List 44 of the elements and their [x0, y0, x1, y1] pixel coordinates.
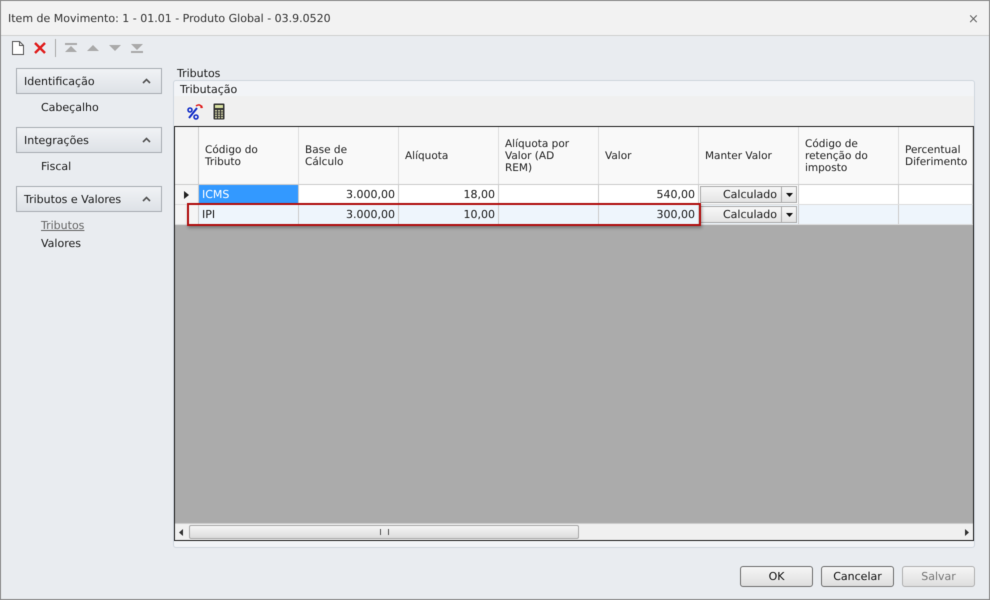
dropdown-arrow-icon: [786, 192, 792, 196]
section-header[interactable]: Identificação: [16, 68, 162, 94]
collapse-icon[interactable]: [142, 78, 151, 84]
column-header[interactable]: Percentual Diferimento: [899, 127, 973, 184]
dropdown[interactable]: Calculado: [700, 206, 797, 223]
section-header[interactable]: Tributos e Valores: [16, 186, 162, 212]
section-header[interactable]: Integrações: [16, 127, 162, 153]
dropdown-arrow-icon: [786, 212, 792, 216]
dropdown[interactable]: Calculado: [700, 186, 797, 203]
column-header[interactable]: Código de retenção do imposto: [799, 127, 899, 184]
column-header[interactable]: Alíquota por Valor (AD REM): [499, 127, 599, 184]
delete-icon[interactable]: [33, 41, 47, 55]
sidebar-link[interactable]: Cabeçalho: [41, 100, 162, 115]
new-document-icon[interactable]: [11, 40, 25, 56]
table-cell[interactable]: IPI: [199, 205, 299, 224]
collapse-icon[interactable]: [142, 137, 151, 143]
calculator-icon[interactable]: [213, 102, 225, 120]
column-header[interactable]: Valor: [599, 127, 699, 184]
sidebar-link[interactable]: Valores: [41, 236, 162, 251]
scroll-right-icon[interactable]: [965, 528, 969, 536]
group-title: Tributos: [177, 68, 222, 80]
column-header[interactable]: Código do Tributo: [199, 127, 299, 184]
scroll-left-icon[interactable]: [179, 528, 183, 536]
table-cell[interactable]: 3.000,00: [299, 205, 399, 224]
table-cell[interactable]: 3.000,00: [299, 185, 399, 204]
sidebar-link[interactable]: Fiscal: [41, 159, 162, 174]
column-header[interactable]: Manter Valor: [699, 127, 799, 184]
window-title: Item de Movimento: 1 - 01.01 - Produto Global - 03.9.0520: [8, 12, 331, 24]
table-cell[interactable]: 300,00: [599, 205, 699, 224]
dialog-button[interactable]: Cancelar: [821, 566, 894, 586]
table-cell[interactable]: 10,00: [399, 205, 499, 224]
sidebar-link[interactable]: Tributos: [41, 218, 162, 233]
collapse-icon[interactable]: [142, 196, 151, 202]
row-header[interactable]: [175, 185, 199, 204]
column-header[interactable]: Base de Cálculo: [299, 127, 399, 184]
horizontal-scrollbar[interactable]: [175, 523, 973, 540]
column-header[interactable]: Alíquota: [399, 127, 499, 184]
table-cell[interactable]: 540,00: [599, 185, 699, 204]
close-button[interactable]: ⨯: [968, 10, 979, 26]
row-header[interactable]: [175, 205, 199, 224]
dialog-button[interactable]: OK: [740, 566, 813, 586]
group-title: Tributação: [180, 83, 238, 96]
percent-refresh-icon[interactable]: [186, 102, 204, 120]
table-cell[interactable]: 18,00: [399, 185, 499, 204]
